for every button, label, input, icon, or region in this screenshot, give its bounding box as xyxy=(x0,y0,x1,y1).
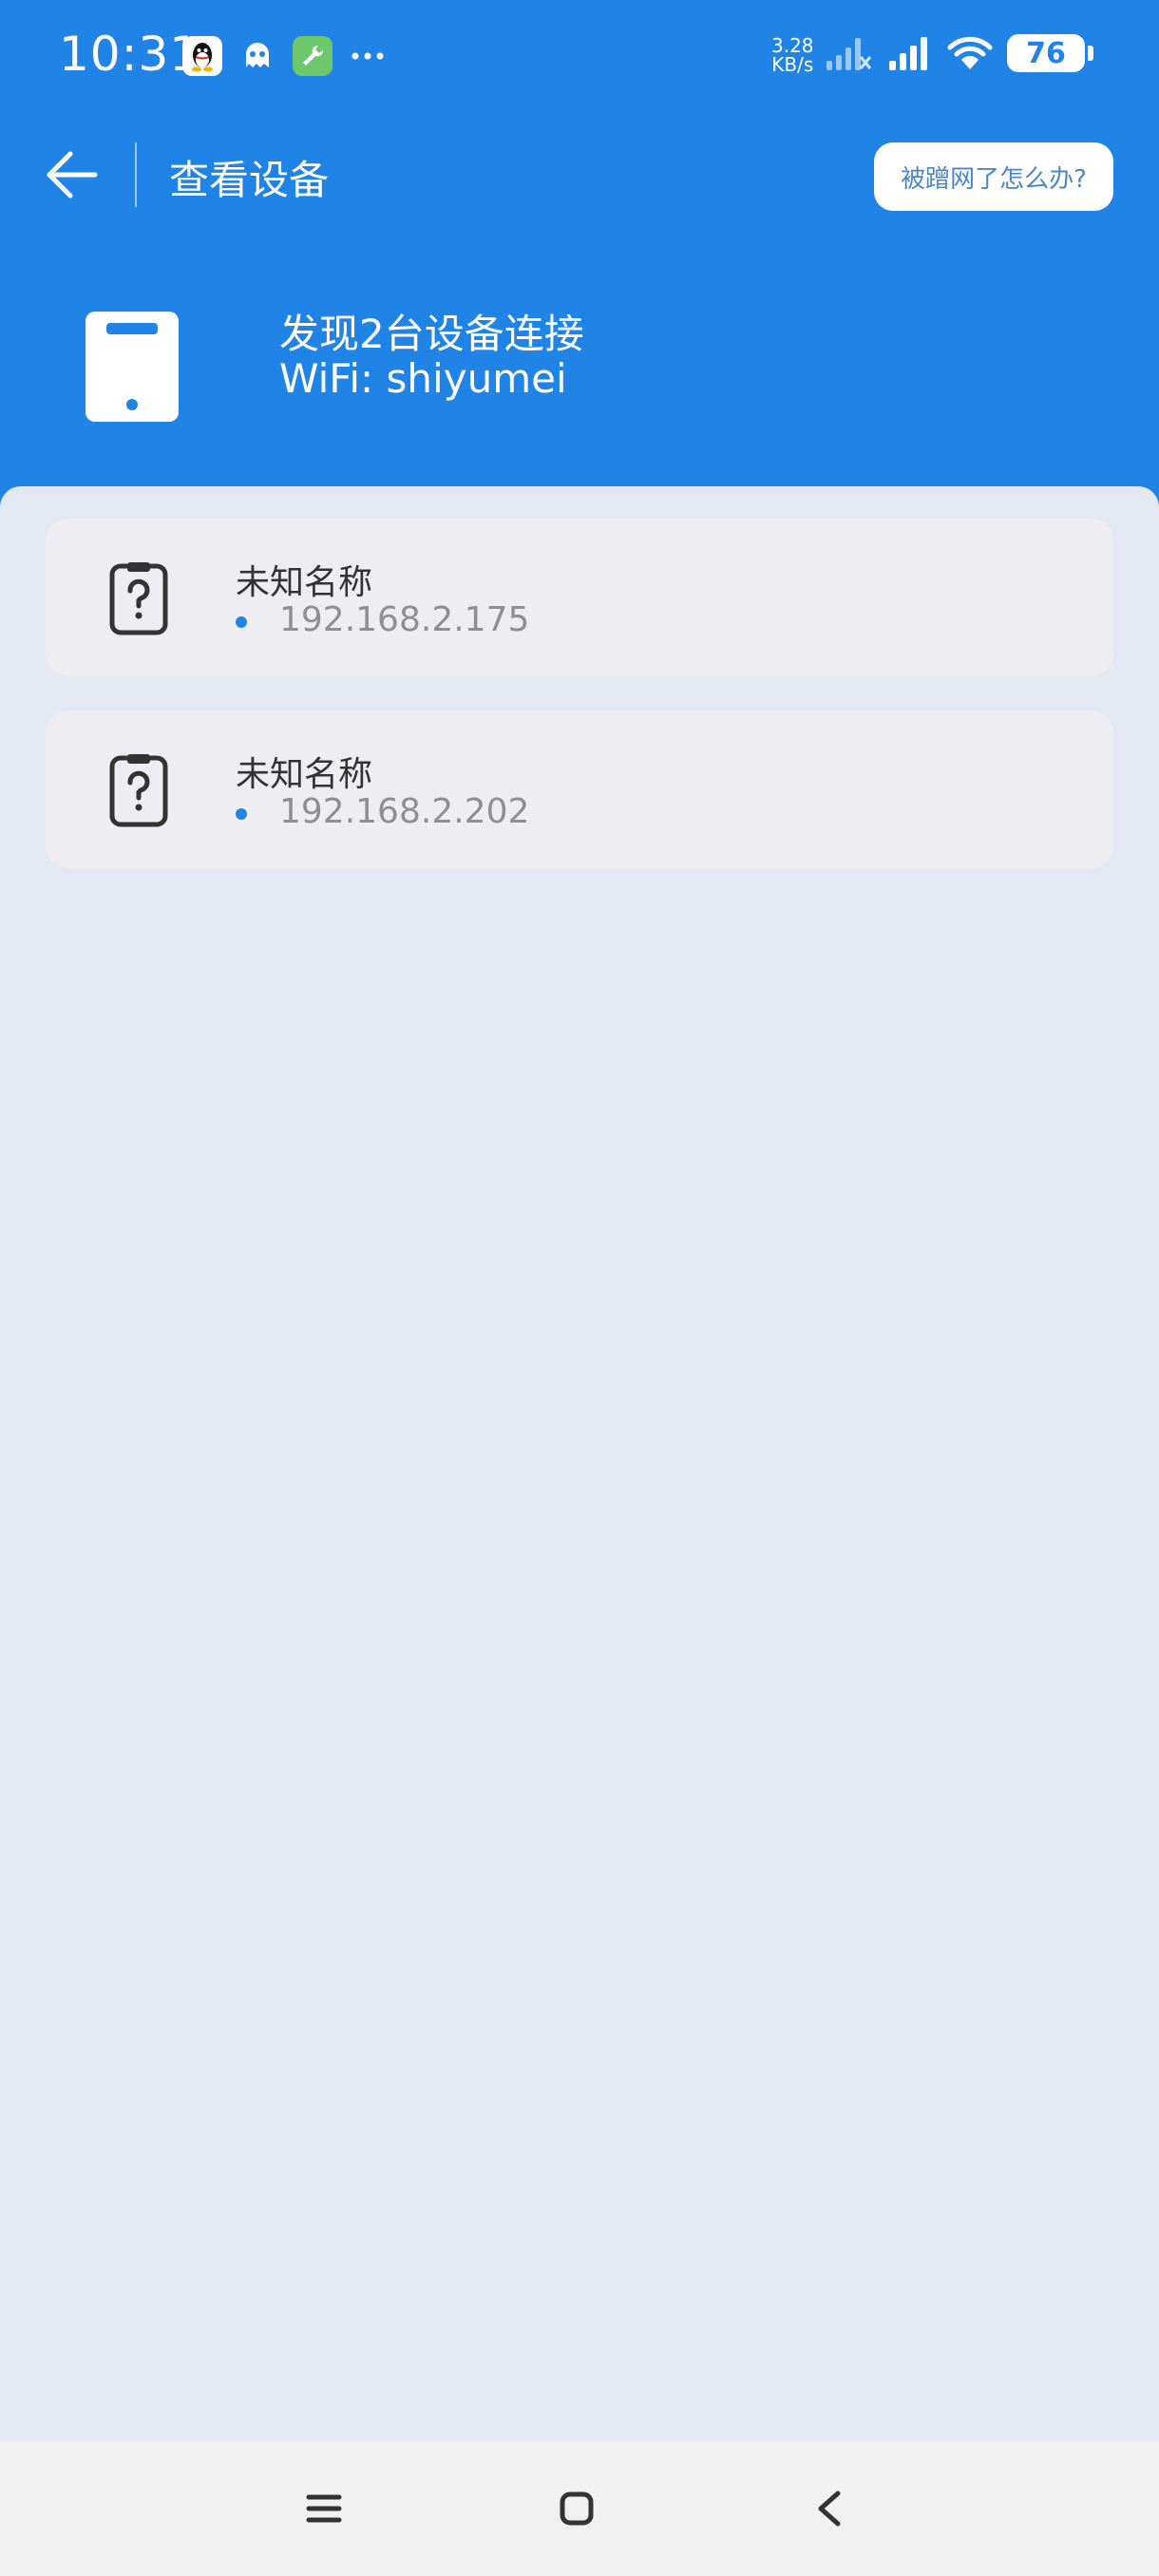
arrow-left-icon xyxy=(47,151,98,199)
device-ip: 192.168.2.202 xyxy=(279,792,530,831)
wifi-name-text: WiFi: shiyumei xyxy=(279,355,567,402)
home-square-icon xyxy=(560,2491,594,2526)
navigation-bar xyxy=(0,2441,1159,2576)
device-card[interactable]: 未知名称 192.168.2.202 xyxy=(46,710,1113,868)
network-speed-unit: KB/s xyxy=(771,53,814,76)
ip-bullet xyxy=(236,616,247,628)
device-ip: 192.168.2.175 xyxy=(279,600,530,639)
more-notifications-icon xyxy=(348,36,388,76)
unknown-device-icon xyxy=(109,562,168,635)
system-icons: 76 xyxy=(825,34,1093,72)
notification-icons xyxy=(182,36,388,76)
device-card[interactable]: 未知名称 192.168.2.175 xyxy=(46,519,1113,676)
screen: 10:31 3.28 KB/s 76 查看设备 被蹭网了怎么办? 发现2台设备连… xyxy=(0,0,1159,2576)
status-bar: 10:31 3.28 KB/s 76 xyxy=(0,0,1159,114)
signal-sim1-icon xyxy=(826,38,872,70)
menu-icon xyxy=(306,2494,342,2523)
tablet-icon xyxy=(86,312,179,422)
page-title: 查看设备 xyxy=(169,157,330,203)
unknown-device-icon xyxy=(109,754,168,827)
device-count-text: 发现2台设备连接 xyxy=(279,311,584,357)
home-button[interactable] xyxy=(543,2475,610,2542)
chevron-left-icon xyxy=(818,2491,841,2527)
back-button[interactable] xyxy=(38,141,106,209)
battery-icon: 76 xyxy=(1007,34,1093,72)
qq-icon xyxy=(182,36,222,76)
system-back-button[interactable] xyxy=(796,2475,863,2542)
help-button[interactable]: 被蹭网了怎么办? xyxy=(874,142,1113,211)
network-speed: 3.28 KB/s xyxy=(771,36,814,74)
ip-bullet xyxy=(236,808,247,820)
wifi-icon xyxy=(947,36,993,69)
ghost-app-icon xyxy=(238,36,277,76)
device-name: 未知名称 xyxy=(236,563,373,602)
status-time: 10:31 xyxy=(59,27,201,82)
app-bar-divider xyxy=(135,142,137,207)
device-list-panel: 未知名称 192.168.2.175 未知名称 192.168.2.202 xyxy=(0,486,1159,2441)
signal-sim2-icon xyxy=(889,37,927,70)
network-speed-value: 3.28 xyxy=(771,34,814,57)
device-name: 未知名称 xyxy=(236,755,373,794)
wrench-icon xyxy=(293,36,332,76)
recent-apps-button[interactable] xyxy=(291,2475,357,2542)
